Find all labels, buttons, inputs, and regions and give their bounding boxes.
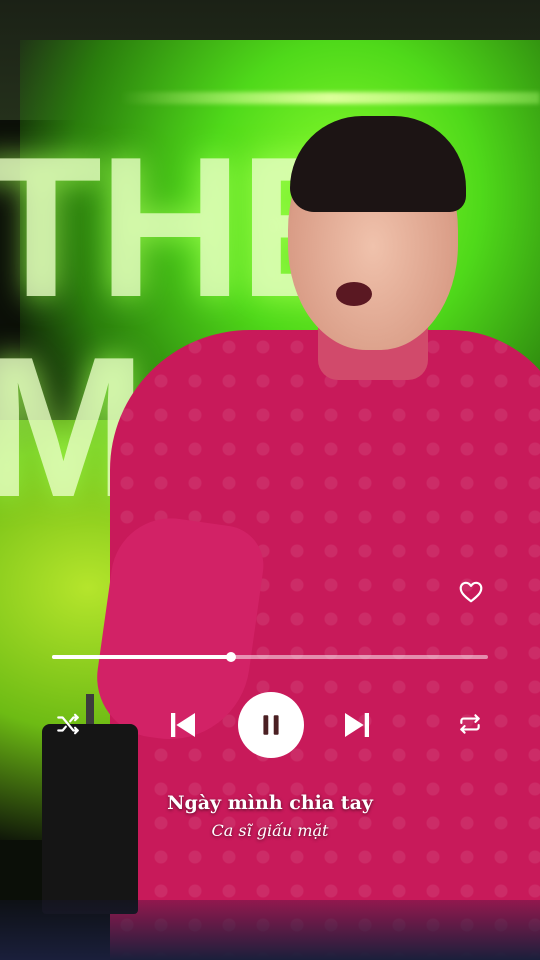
- previous-button[interactable]: [166, 708, 200, 742]
- cup-straw: [86, 694, 94, 728]
- video-background: THE M: [0, 0, 540, 960]
- song-title: Ngày mình chia tay: [167, 792, 373, 814]
- singer-mouth: [336, 282, 372, 306]
- pause-icon: [263, 715, 279, 735]
- repeat-icon: [460, 714, 480, 734]
- stage-light-bar: [120, 92, 540, 104]
- cup: [42, 724, 138, 914]
- heart-icon[interactable]: [458, 579, 484, 605]
- repeat-button[interactable]: [456, 710, 484, 738]
- progress-bar[interactable]: [52, 652, 488, 662]
- pause-button[interactable]: [238, 692, 304, 758]
- shuffle-button[interactable]: [54, 710, 82, 738]
- progress-fill: [52, 655, 231, 659]
- next-button[interactable]: [340, 708, 374, 742]
- artist-name: Ca sĩ giấu mặt: [211, 821, 329, 840]
- skip-next-icon: [345, 713, 369, 737]
- progress-thumb[interactable]: [225, 652, 236, 662]
- shuffle-icon: [57, 713, 79, 735]
- stage-floor: [0, 900, 540, 960]
- skip-previous-icon: [171, 713, 195, 737]
